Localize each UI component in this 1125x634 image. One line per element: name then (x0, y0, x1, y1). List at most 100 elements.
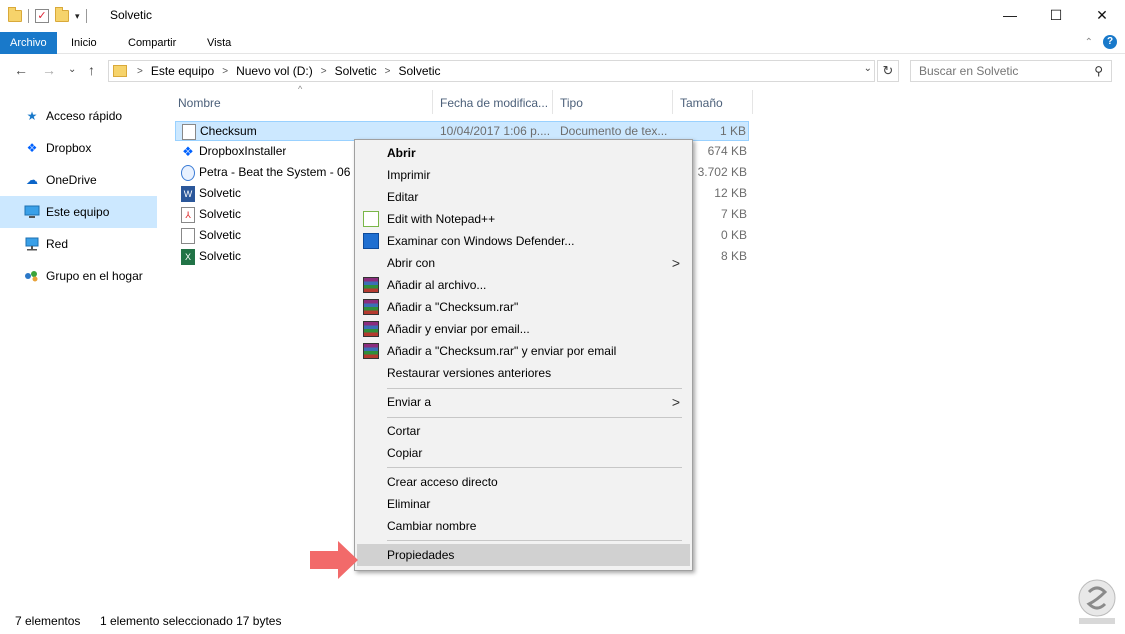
breadcrumb-separator[interactable]: > (133, 66, 147, 77)
menu-item-windows-defender[interactable]: Examinar con Windows Defender... (357, 230, 690, 252)
winrar-icon (363, 299, 379, 315)
new-folder-icon[interactable] (55, 7, 69, 22)
menu-item-label: Cambiar nombre (387, 519, 477, 533)
sidebar-item-grupo-hogar[interactable]: Grupo en el hogar (0, 260, 160, 292)
breadcrumb-solvetic[interactable]: Solvetic (331, 64, 381, 78)
file-name: DropboxInstaller (199, 144, 287, 158)
search-input[interactable] (919, 64, 1089, 78)
back-button[interactable]: ← (14, 62, 28, 78)
breadcrumb-este-equipo[interactable]: Este equipo (147, 64, 218, 78)
minimize-button[interactable]: — (987, 0, 1033, 30)
status-bar: 7 elementos 1 elemento seleccionado 17 b… (0, 612, 1125, 632)
file-row-checksum[interactable]: Checksum 10/04/2017 1:06 p.... Documento… (175, 121, 749, 141)
defender-icon (363, 233, 379, 249)
file-name: Checksum (200, 124, 257, 138)
sidebar-item-onedrive[interactable]: ☁ OneDrive (0, 164, 160, 196)
sidebar-item-red[interactable]: Red (0, 228, 160, 260)
search-icon[interactable]: ⚲ (1094, 64, 1103, 78)
maximize-button[interactable]: ☐ (1033, 0, 1079, 30)
menu-item-enviar-a[interactable]: Enviar a > (357, 391, 690, 413)
tab-compartir[interactable]: Compartir (118, 32, 186, 54)
menu-item-anadir-enviar-email[interactable]: Añadir y enviar por email... (357, 318, 690, 340)
navigation-pane: ★ Acceso rápido ❖ Dropbox ☁ OneDrive Est… (0, 100, 160, 292)
file-size: 674 KB (707, 144, 747, 158)
forward-button[interactable]: → (42, 62, 56, 78)
ribbon-tabs: Archivo Inicio Compartir Vista ⌃ ? (0, 32, 1125, 54)
breadcrumb-separator[interactable]: > (218, 66, 232, 77)
menu-item-imprimir[interactable]: Imprimir (357, 164, 690, 186)
column-header-tamano[interactable]: Tamaño (672, 90, 752, 116)
sidebar-item-dropbox[interactable]: ❖ Dropbox (0, 132, 160, 164)
excel-file-icon: X (181, 249, 195, 265)
sidebar-item-label: Este equipo (46, 205, 110, 219)
expand-ribbon-icon[interactable]: ⌃ (1085, 37, 1093, 48)
pdf-file-icon: ⅄ (181, 207, 195, 223)
breadcrumb-separator[interactable]: > (317, 66, 331, 77)
menu-item-label: Copiar (387, 446, 423, 460)
menu-item-abrir-con[interactable]: Abrir con > (357, 252, 690, 274)
breadcrumb-separator[interactable]: > (381, 66, 395, 77)
column-header-tipo[interactable]: Tipo (552, 90, 672, 116)
sidebar-item-label: Red (46, 237, 69, 251)
folder-icon (8, 7, 22, 22)
column-header-fecha[interactable]: Fecha de modifica... (432, 90, 552, 116)
menu-item-label: Crear acceso directo (387, 475, 498, 489)
sidebar-item-label: Acceso rápido (46, 109, 123, 123)
sidebar-item-label: Grupo en el hogar (46, 269, 143, 283)
file-type: Documento de tex... (560, 124, 668, 138)
menu-item-label: Añadir y enviar por email... (387, 322, 530, 336)
menu-separator (387, 540, 682, 541)
menu-item-anadir-archivo[interactable]: Añadir al archivo... (357, 274, 690, 296)
menu-item-copiar[interactable]: Copiar (357, 442, 690, 464)
sidebar-item-este-equipo[interactable]: Este equipo (0, 196, 157, 228)
tab-archivo[interactable]: Archivo (0, 32, 57, 54)
menu-item-crear-acceso-directo[interactable]: Crear acceso directo (357, 471, 690, 493)
menu-item-label: Abrir con (387, 256, 436, 270)
menu-item-eliminar[interactable]: Eliminar (357, 493, 690, 515)
breadcrumb-nuevo-vol[interactable]: Nuevo vol (D:) (232, 64, 317, 78)
address-dropdown-icon[interactable]: ⌄ (864, 63, 872, 74)
sidebar-item-acceso-rapido[interactable]: ★ Acceso rápido (0, 100, 160, 132)
tab-inicio[interactable]: Inicio (61, 32, 107, 54)
close-button[interactable]: ✕ (1079, 0, 1125, 30)
submenu-arrow-icon: > (671, 394, 680, 410)
column-header-nombre[interactable]: Nombre (170, 90, 432, 116)
menu-item-abrir[interactable]: Abrir (357, 142, 690, 164)
menu-separator (387, 417, 682, 418)
menu-item-propiedades[interactable]: Propiedades (357, 544, 690, 566)
menu-item-cortar[interactable]: Cortar (357, 420, 690, 442)
customize-toolbar-icon[interactable]: ▾ (75, 11, 80, 22)
cloud-icon: ☁ (26, 173, 38, 187)
recent-locations-button[interactable]: ⌄ (68, 64, 76, 75)
menu-item-edit-notepadpp[interactable]: Edit with Notepad++ (357, 208, 690, 230)
menu-item-anadir-rar-enviar-email[interactable]: Añadir a "Checksum.rar" y enviar por ema… (357, 340, 690, 362)
navigation-bar: ← → ⌄ ↑ > Este equipo > Nuevo vol (D:) >… (0, 58, 1125, 86)
help-icon[interactable]: ? (1103, 35, 1117, 49)
computer-icon (24, 205, 40, 219)
tab-vista[interactable]: Vista (197, 32, 241, 54)
menu-item-cambiar-nombre[interactable]: Cambiar nombre (357, 515, 690, 537)
menu-item-label: Añadir a "Checksum.rar" (387, 300, 519, 314)
address-bar[interactable]: > Este equipo > Nuevo vol (D:) > Solveti… (108, 60, 875, 82)
menu-item-editar[interactable]: Editar (357, 186, 690, 208)
menu-item-anadir-checksum-rar[interactable]: Añadir a "Checksum.rar" (357, 296, 690, 318)
menu-item-restaurar-versiones[interactable]: Restaurar versiones anteriores (357, 362, 690, 384)
homegroup-icon (24, 269, 40, 283)
up-button[interactable]: ↑ (88, 62, 95, 78)
dropbox-icon: ❖ (26, 141, 38, 155)
item-count: 7 elementos (15, 614, 81, 628)
file-size: 0 KB (720, 228, 747, 242)
menu-item-label: Abrir (387, 146, 416, 160)
file-size: 7 KB (720, 207, 747, 221)
column-divider[interactable] (752, 90, 753, 114)
menu-item-label: Editar (387, 190, 419, 204)
menu-item-label: Restaurar versiones anteriores (387, 366, 552, 380)
window-controls: — ☐ ✕ (987, 0, 1125, 30)
dropbox-icon: ❖ (182, 144, 194, 159)
search-box[interactable]: ⚲ (910, 60, 1112, 82)
properties-check-icon[interactable]: ✓ (35, 9, 49, 23)
winrar-icon (363, 321, 379, 337)
submenu-arrow-icon: > (671, 255, 680, 271)
breadcrumb-solvetic-current[interactable]: Solvetic (394, 64, 444, 78)
refresh-button[interactable]: ↻ (877, 60, 899, 82)
